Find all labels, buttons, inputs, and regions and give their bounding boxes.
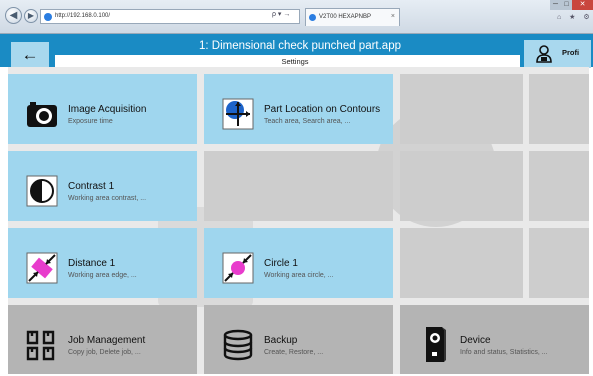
tile-title: Backup (264, 335, 298, 346)
tile-contrast-1[interactable]: Contrast 1 Working area contrast, ... (8, 151, 197, 221)
tile-description: Working area circle, ... (264, 272, 334, 279)
tile-circle-1[interactable]: Circle 1 Working area circle, ... (204, 228, 393, 298)
tile-device[interactable]: Device Info and status, Statistics, ... (400, 305, 589, 374)
browser-toolbar-icons[interactable]: ⌂ ★ ⚙ (557, 13, 593, 21)
ie-logo-icon (44, 13, 52, 21)
tile-description: Exposure time (68, 118, 113, 125)
tile-job-management[interactable]: Job Management Copy job, Delete job, ... (8, 305, 197, 374)
tile-empty (529, 74, 589, 144)
tile-title: Device (460, 335, 491, 346)
window-maximize-button[interactable]: □ (561, 0, 572, 10)
app-title: 1: Dimensional check punched part.app (198, 40, 401, 52)
tile-title: Distance 1 (68, 258, 116, 269)
tile-description: Copy job, Delete job, ... (68, 349, 141, 356)
tile-description: Info and status, Statistics, ... (460, 349, 548, 356)
tile-description: Working area edge, ... (68, 272, 137, 279)
window-close-button[interactable]: ✕ (572, 0, 593, 10)
user-profile-icon (536, 45, 552, 63)
tile-image-acquisition[interactable]: Image Acquisition Exposure time (8, 74, 197, 144)
tile-description: Create, Restore, ... (264, 349, 324, 356)
tile-description: Working area contrast, ... (68, 195, 147, 202)
job-management-icon (26, 330, 55, 361)
contrast-icon (26, 175, 58, 207)
tile-distance-1[interactable]: Distance 1 Working area edge, ... (8, 228, 197, 298)
tab-title: V2T00 HEXAPNBP (319, 14, 372, 20)
tile-empty (400, 74, 523, 144)
tile-empty (204, 151, 393, 221)
tile-grid: Image Acquisition Exposure time Part Loc… (8, 67, 589, 374)
profile-label: Profi (562, 48, 580, 57)
database-icon (223, 329, 253, 361)
profile-button[interactable]: Profi (524, 40, 591, 68)
browser-back-icon[interactable]: ◀ (5, 7, 22, 24)
circle-icon (222, 252, 254, 284)
address-bar[interactable]: http://192.168.0.100/ (40, 9, 300, 24)
window-minimize-button[interactable]: ─ (550, 0, 561, 10)
address-tools-icon[interactable]: ρ ▾ → (272, 10, 290, 18)
distance-icon (26, 252, 58, 284)
browser-tab[interactable]: V2T00 HEXAPNBP × (305, 8, 400, 26)
address-text: http://192.168.0.100/ (55, 13, 111, 19)
tile-title: Part Location on Contours (264, 104, 381, 115)
browser-forward-icon[interactable]: ▶ (24, 9, 38, 23)
browser-chrome: ◀ ▶ http://192.168.0.100/ ρ ▾ → V2T00 HE… (0, 0, 593, 34)
tile-empty (529, 151, 589, 221)
tile-backup[interactable]: Backup Create, Restore, ... (204, 305, 393, 374)
tile-description: Teach area, Search area, ... (264, 118, 351, 125)
tab-ie-logo-icon (309, 14, 316, 21)
tile-title: Image Acquisition (68, 104, 147, 115)
camera-icon (27, 102, 57, 127)
tile-title: Contrast 1 (68, 181, 115, 192)
back-button[interactable]: ← (11, 42, 49, 70)
tile-title: Circle 1 (264, 258, 298, 269)
page-subtitle: Settings (281, 57, 309, 66)
tab-close-icon[interactable]: × (391, 9, 395, 25)
tile-empty (400, 151, 523, 221)
device-icon (426, 327, 446, 362)
tile-part-location[interactable]: Part Location on Contours Teach area, Se… (204, 74, 393, 144)
part-location-icon (222, 98, 254, 130)
tile-empty (400, 228, 523, 298)
tile-empty (529, 228, 589, 298)
tile-title: Job Management (68, 335, 146, 346)
